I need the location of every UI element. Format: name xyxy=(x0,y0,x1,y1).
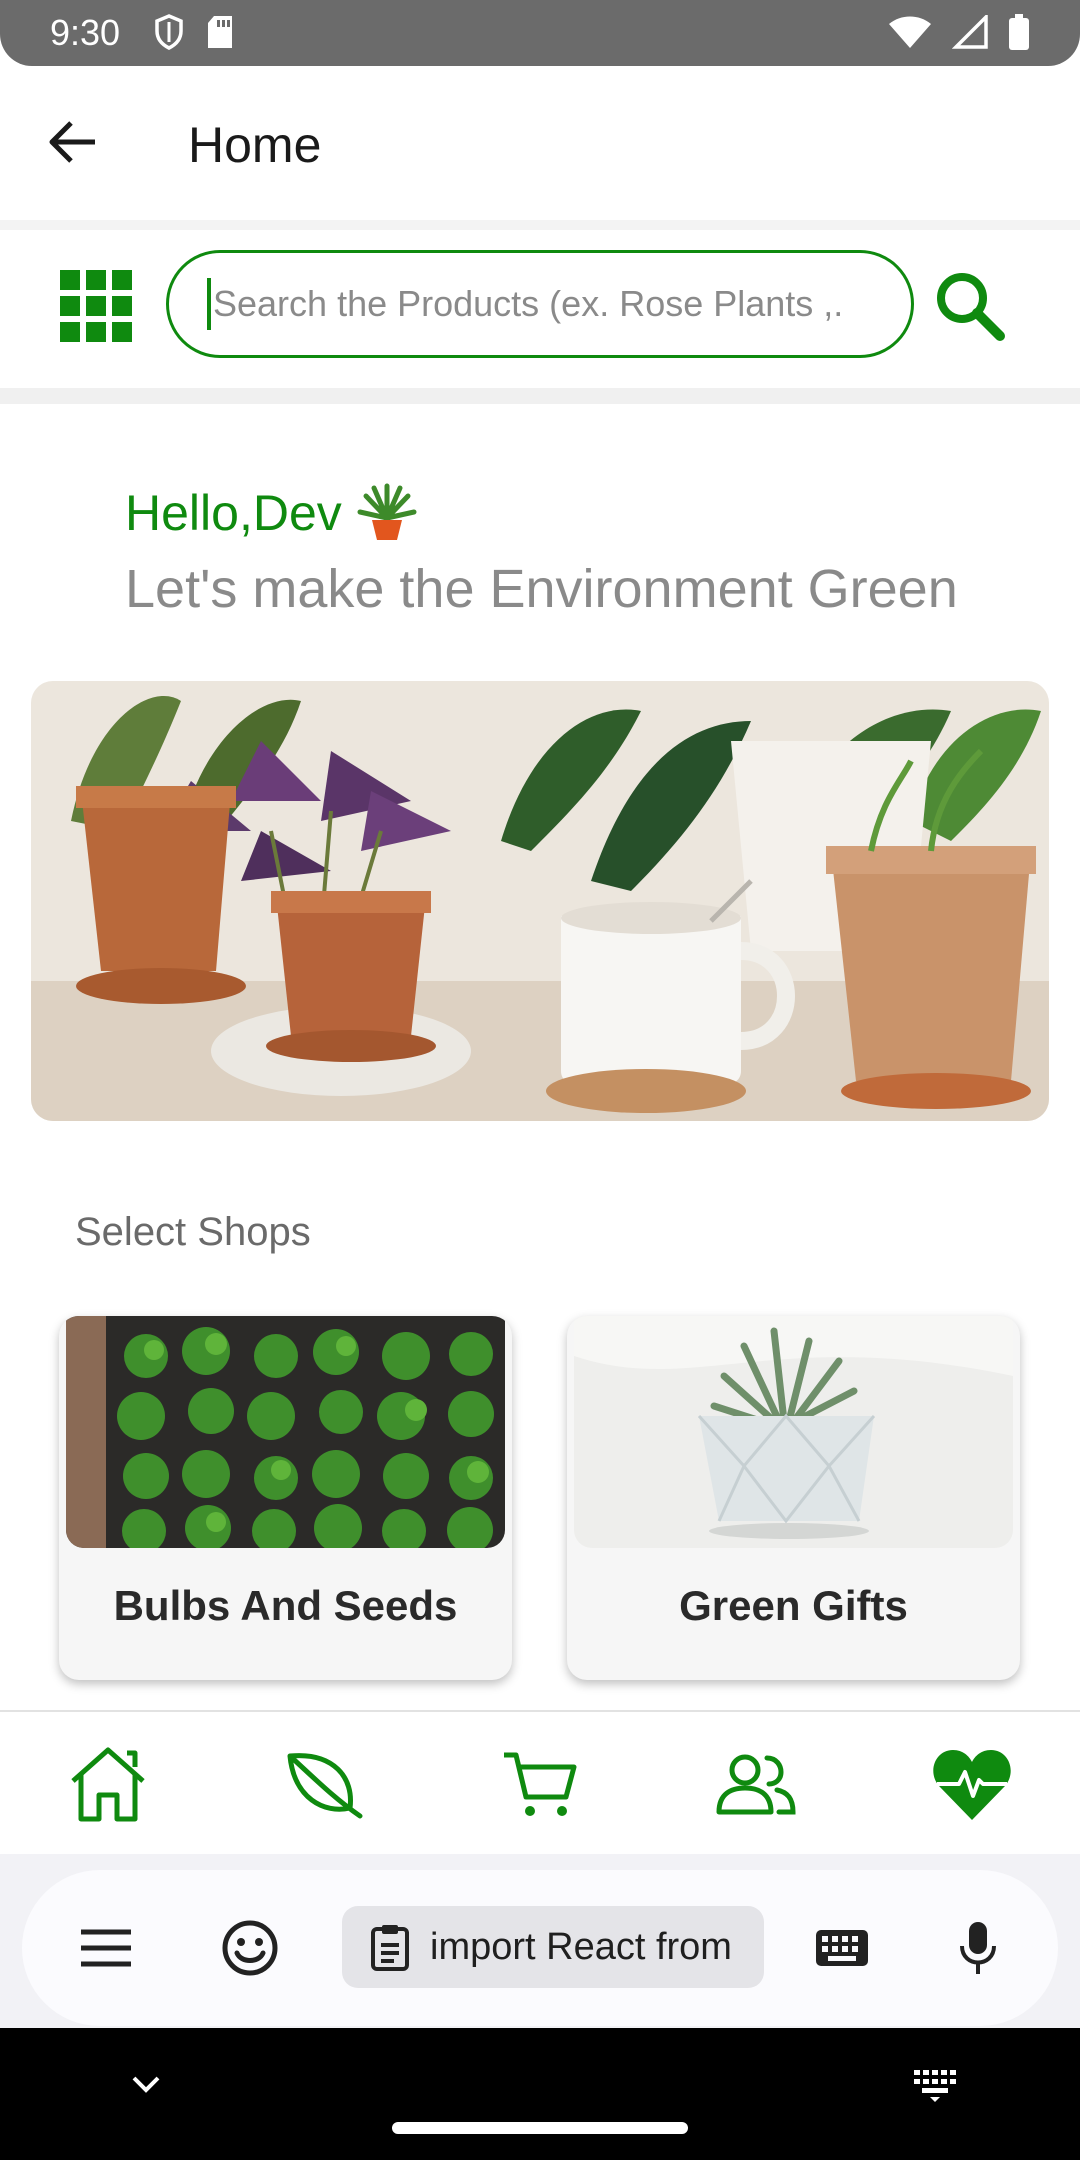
shop-image-succulent xyxy=(574,1316,1013,1548)
shield-icon xyxy=(155,14,183,50)
hero-banner-image[interactable] xyxy=(31,681,1049,1121)
shop-label: Bulbs And Seeds xyxy=(113,1582,458,1629)
shop-image-seedlings xyxy=(66,1316,505,1548)
keyboard-toolbar: import React from xyxy=(0,1854,1080,2028)
battery-icon xyxy=(1009,14,1029,50)
nav-community[interactable] xyxy=(712,1740,800,1828)
home-icon xyxy=(71,1747,145,1822)
nav-cart[interactable] xyxy=(496,1740,584,1828)
back-button[interactable] xyxy=(36,106,108,178)
greeting-subtitle: Let's make the Environment Green xyxy=(125,559,958,619)
shop-card-green-gifts[interactable]: Green Gifts xyxy=(567,1316,1020,1680)
nav-plants[interactable] xyxy=(280,1740,368,1828)
divider xyxy=(0,220,1080,230)
emoji-icon xyxy=(222,1920,278,1976)
section-title-shops: Select Shops xyxy=(75,1210,311,1254)
clipboard-icon xyxy=(371,1925,409,1971)
emoji-button[interactable] xyxy=(214,1912,286,1984)
greeting-name: Hello,Dev xyxy=(125,485,342,541)
categories-grid-icon[interactable] xyxy=(60,270,132,342)
search-icon xyxy=(937,273,1005,341)
keyboard-toolbar-pill: import React from xyxy=(22,1870,1058,2026)
cart-icon xyxy=(504,1752,577,1816)
keyboard-icon xyxy=(816,1930,868,1966)
system-navigation-bar xyxy=(0,2028,1080,2160)
clipboard-suggestion[interactable]: import React from xyxy=(342,1906,764,1988)
arrow-left-icon xyxy=(49,121,95,163)
chevron-down-icon[interactable] xyxy=(126,2064,166,2104)
keyboard-menu-button[interactable] xyxy=(70,1912,142,1984)
shop-card-bulbs-and-seeds[interactable]: Bulbs And Seeds xyxy=(59,1316,512,1680)
sd-card-icon xyxy=(208,16,232,48)
search-placeholder: Search the Products (ex. Rose Plants ,. xyxy=(213,283,844,324)
greeting: Hello,Dev xyxy=(125,482,418,544)
status-bar: 9:30 xyxy=(0,0,1080,66)
users-icon xyxy=(716,1754,796,1815)
app-bar: Home xyxy=(0,66,1080,220)
wifi-icon xyxy=(889,16,931,48)
search-input[interactable]: Search the Products (ex. Rose Plants ,. xyxy=(166,250,914,358)
clipboard-text: import React from xyxy=(430,1925,732,1968)
search-button[interactable] xyxy=(930,266,1010,346)
nav-home[interactable] xyxy=(64,1740,152,1828)
potted-plant-icon xyxy=(357,483,417,540)
leaf-icon xyxy=(287,1753,363,1819)
status-time: 9:30 xyxy=(50,12,121,53)
search-row: Search the Products (ex. Rose Plants ,. xyxy=(0,230,1080,388)
text-cursor xyxy=(207,278,211,330)
divider xyxy=(0,388,1080,404)
home-gesture-bar[interactable] xyxy=(392,2122,688,2134)
signal-icon xyxy=(952,15,988,49)
health-icon xyxy=(933,1750,1011,1820)
keyboard-switch-button[interactable] xyxy=(806,1912,878,1984)
voice-input-button[interactable] xyxy=(942,1912,1014,1984)
menu-icon xyxy=(81,1929,131,1967)
nav-health[interactable] xyxy=(928,1740,1016,1828)
bottom-navigation xyxy=(0,1710,1080,1854)
shop-label: Green Gifts xyxy=(679,1582,908,1629)
microphone-icon xyxy=(960,1922,996,1974)
page-title: Home xyxy=(188,117,322,173)
keyboard-icon[interactable] xyxy=(910,2064,960,2104)
